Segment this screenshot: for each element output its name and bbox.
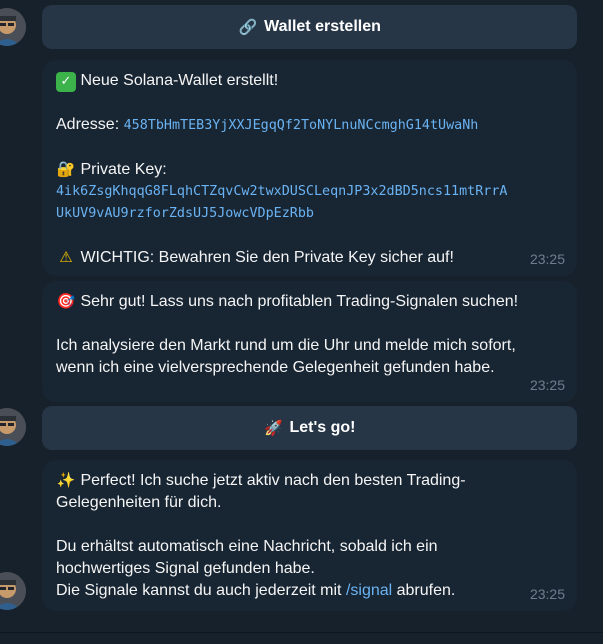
- message-text: Sehr gut! Lass uns nach profitablen Trad…: [80, 293, 519, 310]
- message-line: Du erhältst automatisch eine Nachricht, …: [56, 538, 438, 555]
- bot-avatar-image: [0, 8, 26, 46]
- message-line: 🎯 Sehr gut! Lass uns nach profitablen Tr…: [56, 291, 563, 313]
- composer-edge: [0, 632, 603, 644]
- create-wallet-label: Wallet erstellen: [264, 18, 381, 35]
- warning-line: ⚠ WICHTIG: Bewahren Sie den Private Key …: [56, 247, 563, 269]
- lock-key-icon: 🔐: [56, 160, 76, 178]
- private-key-line: 🔐 Private Key:: [56, 159, 563, 181]
- bot-avatar-image: [0, 408, 26, 446]
- sparkles-icon: ✨: [56, 471, 76, 489]
- address-line: Adresse: 458TbHmTEB3YjXXJEgqQf2ToNYLnuNC…: [56, 114, 563, 137]
- bot-avatar[interactable]: [0, 572, 26, 610]
- message-time: 23:25: [529, 586, 565, 602]
- bot-avatar[interactable]: [0, 408, 26, 446]
- check-icon: ✓: [56, 72, 76, 92]
- warning-icon: ⚠: [59, 248, 73, 266]
- private-key-label: Private Key:: [80, 161, 167, 178]
- target-icon: 🎯: [56, 292, 76, 310]
- message-line: Ich analysiere den Markt rund um die Uhr…: [56, 337, 516, 354]
- message-text: abrufen.: [392, 582, 456, 599]
- lets-go-button[interactable]: 🚀 Let's go!: [42, 406, 577, 450]
- bot-avatar[interactable]: [0, 8, 26, 46]
- signal-search-message: 🎯 Sehr gut! Lass uns nach profitablen Tr…: [42, 281, 577, 402]
- message-line: Die Signale kannst du auch jederzeit mit…: [56, 580, 563, 602]
- private-key-part-2: UkUV9vAU9rzforZdsUJ5JowcVDpEzRbb: [56, 206, 314, 221]
- address-label: Adresse:: [56, 116, 120, 133]
- private-key-value[interactable]: 4ik6ZsgKhqqG8FLqhCTZqvCw2twxDUSCLeqnJP3x…: [56, 181, 563, 225]
- message-line: wenn ich eine vielversprechende Gelegenh…: [56, 359, 495, 376]
- link-icon: 🔗: [238, 18, 258, 36]
- message-time: 23:25: [529, 377, 565, 393]
- message-text: Die Signale kannst du auch jederzeit mit: [56, 582, 346, 599]
- message-heading: ✓ Neue Solana-Wallet erstellt!: [56, 70, 563, 92]
- message-line: Gelegenheiten für dich.: [56, 494, 222, 511]
- rocket-icon: 🚀: [264, 419, 283, 437]
- wallet-created-message: ✓ Neue Solana-Wallet erstellt! Adresse: …: [42, 60, 577, 276]
- message-line: hochwertiges Signal gefunden habe.: [56, 560, 315, 577]
- message-time: 23:25: [529, 251, 565, 267]
- lets-go-label: Let's go!: [289, 419, 356, 436]
- create-wallet-button[interactable]: 🔗 Wallet erstellen: [42, 5, 577, 49]
- heading-text: Neue Solana-Wallet erstellt!: [80, 72, 279, 89]
- wallet-address[interactable]: 458TbHmTEB3YjXXJEgqQf2ToNYLnuNCcmghG14tU…: [124, 118, 479, 133]
- signal-command-link[interactable]: /signal: [346, 582, 392, 599]
- bot-avatar-image: [0, 572, 26, 610]
- active-search-message: ✨ Perfect! Ich suche jetzt aktiv nach de…: [42, 460, 577, 611]
- message-line: ✨ Perfect! Ich suche jetzt aktiv nach de…: [56, 470, 563, 492]
- private-key-part-1: 4ik6ZsgKhqqG8FLqhCTZqvCw2twxDUSCLeqnJP3x…: [56, 184, 508, 199]
- warning-text: WICHTIG: Bewahren Sie den Private Key si…: [80, 249, 454, 266]
- message-text: Perfect! Ich suche jetzt aktiv nach den …: [80, 472, 466, 489]
